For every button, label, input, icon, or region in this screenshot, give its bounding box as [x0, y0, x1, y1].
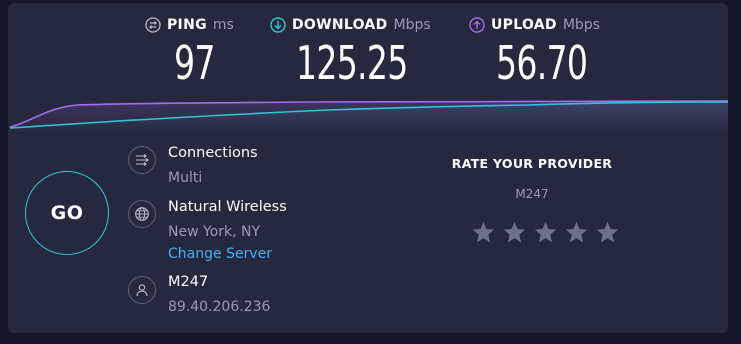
- rate-provider-title: RATE YOUR PROVIDER: [451, 156, 613, 171]
- connections-value[interactable]: Multi: [168, 170, 202, 186]
- upload-unit: Mbps: [562, 17, 600, 33]
- download-header: DOWNLOAD Mbps: [270, 17, 431, 33]
- server-location: New York, NY: [168, 224, 261, 240]
- upload-value: 56.70: [496, 36, 588, 90]
- connections-title: Connections: [168, 145, 258, 161]
- upload-icon: [469, 17, 485, 33]
- upload-header: UPLOAD Mbps: [469, 17, 600, 33]
- download-value: 125.25: [296, 36, 408, 90]
- user-icon-wrap: [128, 276, 156, 304]
- go-button[interactable]: GO: [25, 171, 109, 255]
- download-unit: Mbps: [393, 17, 431, 33]
- connections-icon-wrap: [128, 146, 156, 174]
- speed-graph: [9, 100, 728, 133]
- user-icon: [136, 284, 148, 297]
- isp-ip: 89.40.206.236: [168, 299, 271, 315]
- star-icon[interactable]: [471, 220, 496, 245]
- globe-icon-wrap: [128, 200, 156, 228]
- ping-value: 97: [174, 36, 215, 90]
- star-icon[interactable]: [564, 220, 589, 245]
- download-icon: [270, 17, 286, 33]
- ping-header: PING ms: [145, 17, 234, 33]
- ping-icon: [145, 17, 161, 33]
- rating-stars: [471, 220, 620, 245]
- globe-icon: [135, 207, 149, 221]
- isp-name: M247: [168, 274, 209, 290]
- star-icon[interactable]: [595, 220, 620, 245]
- star-icon[interactable]: [502, 220, 527, 245]
- results-card: PING ms 97 DOWNLOAD Mbps 125.25 UPLOAD M…: [8, 3, 728, 333]
- star-icon[interactable]: [533, 220, 558, 245]
- go-button-label: GO: [50, 202, 84, 224]
- rate-provider-name: M247: [515, 187, 549, 201]
- ping-label: PING: [167, 17, 207, 33]
- upload-label: UPLOAD: [491, 17, 557, 33]
- change-server-link[interactable]: Change Server: [168, 246, 272, 262]
- server-name: Natural Wireless: [168, 199, 287, 215]
- ping-unit: ms: [212, 17, 234, 33]
- connections-icon: [136, 154, 149, 166]
- download-label: DOWNLOAD: [292, 17, 388, 33]
